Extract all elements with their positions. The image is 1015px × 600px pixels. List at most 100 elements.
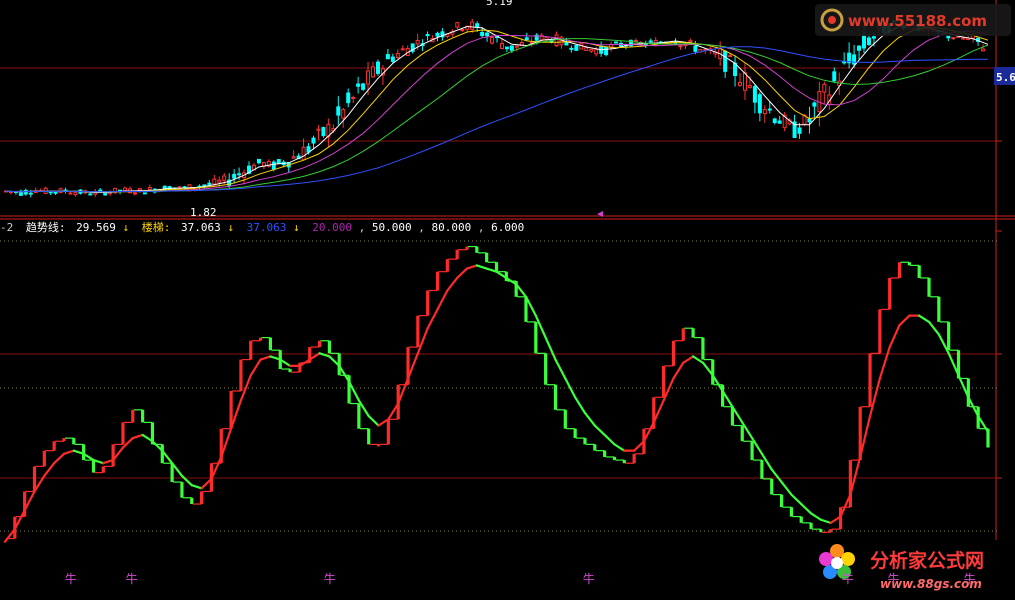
ladder-bar <box>485 252 489 263</box>
candle-body <box>569 47 574 50</box>
ladder-bar <box>740 425 744 442</box>
candle-body <box>564 41 569 46</box>
candle-body <box>832 71 837 82</box>
candle-body <box>514 45 519 48</box>
candle-body <box>772 118 777 124</box>
trend-segment <box>888 323 901 349</box>
legend-prefix: -2 <box>0 221 13 234</box>
legend-trend-value: 29.569 <box>76 221 116 234</box>
ladder-bar <box>544 353 548 385</box>
candle-body <box>738 82 743 86</box>
ladder-bar <box>131 409 135 423</box>
ladder-bar <box>937 296 941 322</box>
candle-body <box>633 40 638 43</box>
ladder-bar <box>799 516 803 523</box>
candle-body <box>480 31 485 37</box>
ladder-bar <box>534 321 538 354</box>
ladder-bar <box>750 441 754 461</box>
candle-body <box>499 43 504 50</box>
candle-body <box>375 61 380 74</box>
candle-body <box>217 179 222 183</box>
buy-signal-label: 牛 <box>583 571 595 586</box>
legend-v4: 20.000 <box>312 221 352 234</box>
ladder-bar <box>681 328 685 341</box>
ladder-bar <box>691 328 695 338</box>
ladder-bar <box>779 494 784 508</box>
candle-body <box>435 32 440 37</box>
candle-body <box>132 192 137 195</box>
trend-segment <box>800 502 813 515</box>
trend-segment <box>249 358 262 377</box>
trend-segment <box>564 377 577 399</box>
ladder-bar <box>573 428 577 439</box>
price-panel <box>4 18 989 198</box>
trend-segment <box>780 480 793 496</box>
legend-v6: 80.000 <box>432 221 472 234</box>
stock-chart: 5.6 5.19 1.82 -2 趋势线: 29.569 ↓ 楼梯: 37.06… <box>0 0 1015 591</box>
candle-body <box>504 46 509 50</box>
ladder-bar <box>848 460 852 508</box>
ladder-bar <box>317 340 322 348</box>
trend-segment <box>53 452 66 465</box>
ladder-bar <box>789 507 793 517</box>
trend-segment <box>62 449 75 455</box>
candle-body <box>212 178 217 185</box>
candle-body <box>797 127 802 134</box>
candle-body <box>485 32 490 37</box>
candle-body <box>366 70 371 85</box>
trend-segment <box>819 518 832 524</box>
ladder-bar <box>386 419 390 445</box>
candle-body <box>767 108 772 111</box>
ladder-bar <box>662 365 666 398</box>
ladder-bar <box>455 249 459 260</box>
candle-body <box>857 45 862 51</box>
trend-segment <box>446 276 459 292</box>
legend-v3: 37.063 <box>247 221 287 234</box>
candle-body <box>123 187 128 191</box>
ladder-bar <box>671 340 676 366</box>
candle-body <box>862 34 867 49</box>
candle-body <box>256 158 261 164</box>
candle-body <box>460 29 465 32</box>
indicator-legend: -2 趋势线: 29.569 ↓ 楼梯: 37.063 ↓ 37.063 ↓ 2… <box>0 220 524 234</box>
trend-segment <box>131 433 144 440</box>
ladder-bar <box>563 409 567 429</box>
ladder-bar <box>268 337 273 351</box>
candle-body <box>237 173 242 176</box>
ladder-bar <box>770 478 774 495</box>
ladder-bar <box>927 277 931 297</box>
candle-body <box>728 55 733 58</box>
watermark-top: www.55188.com <box>815 4 1011 36</box>
trend-segment <box>790 493 803 506</box>
ladder-bar <box>445 259 449 272</box>
candle-body <box>742 72 747 91</box>
ladder-bar <box>180 482 184 498</box>
trend-segment <box>927 320 940 336</box>
candle-body <box>777 120 782 124</box>
candle-body <box>351 96 356 99</box>
grid <box>0 0 1015 540</box>
trend-segment <box>367 415 380 427</box>
candle-body <box>291 156 296 159</box>
candle-body <box>733 62 738 76</box>
ladder-bar <box>888 277 892 310</box>
trend-segment <box>583 411 596 427</box>
candle-body <box>68 192 73 195</box>
candle-body <box>678 45 683 48</box>
high-label: 5.19 <box>486 0 513 8</box>
candle-body <box>475 23 480 28</box>
trend-segment <box>190 484 203 490</box>
ma-line <box>5 31 989 193</box>
candle-body <box>336 106 341 116</box>
watermark-name: 分析家公式网 <box>870 549 984 572</box>
candle-body <box>276 159 281 164</box>
trend-segment <box>475 264 488 270</box>
candle-body <box>509 45 514 51</box>
candle-body <box>390 56 395 62</box>
candle-body <box>395 53 400 58</box>
candle-body <box>232 173 237 179</box>
ladder-bar <box>111 444 115 467</box>
ladder-bar <box>82 444 86 461</box>
candle-body <box>584 47 589 51</box>
ladder-bar <box>72 438 76 445</box>
